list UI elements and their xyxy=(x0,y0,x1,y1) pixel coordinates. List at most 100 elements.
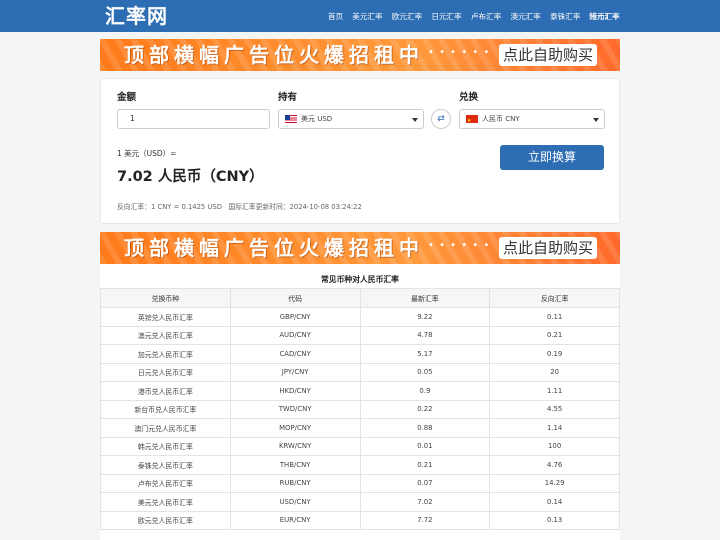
reverse-rate-cell: 4.76 xyxy=(489,455,620,475)
site-logo[interactable]: 汇率网 xyxy=(105,4,168,28)
table-row: 澳元兑人民币汇率 AUD/CNY 4.78 0.21 xyxy=(100,325,620,345)
pair-name-cell[interactable]: 美元兑人民币汇率 xyxy=(100,492,231,512)
code-cell: MOP/CNY xyxy=(229,418,361,438)
nav-aud[interactable]: 澳元汇率 xyxy=(511,11,541,22)
rate-cell: 9.22 xyxy=(359,307,491,327)
banner-buy-button[interactable]: 点此自助购买 xyxy=(499,44,597,66)
chevron-down-icon xyxy=(593,118,599,122)
rates-section: 常见币种对人民币汇率 兑换币种 代码 最新汇率 反向汇率 英镑兑人民币汇率 GBP… xyxy=(100,264,620,540)
table-row: 卢布兑人民币汇率 RUB/CNY 0.07 14.29 xyxy=(100,473,620,493)
code-cell: HKD/CNY xyxy=(229,381,361,401)
pair-name-cell[interactable]: 澳门元兑人民币汇率 xyxy=(100,418,231,438)
code-cell: GBP/CNY xyxy=(229,307,361,327)
reverse-rate-cell: 0.19 xyxy=(489,344,620,364)
rate-cell: 7.72 xyxy=(359,510,491,530)
code-cell: RUB/CNY xyxy=(229,473,361,493)
nav-jpy[interactable]: 日元汇率 xyxy=(431,11,461,22)
main-nav-end: 韩元汇率 xyxy=(589,0,619,32)
banner-text: 顶部横幅广告位火爆招租中 xyxy=(124,43,424,67)
pair-name-cell[interactable]: 欧元兑人民币汇率 xyxy=(100,510,231,530)
table-row: 美元兑人民币汇率 USD/CNY 7.02 0.14 xyxy=(100,492,620,512)
rate-cell: 0.05 xyxy=(359,362,491,382)
cn-flag-icon xyxy=(466,112,478,130)
site-header: 汇率网 首页 美元汇率 欧元汇率 日元汇率 卢布汇率 澳元汇率 泰铢汇率 港币汇… xyxy=(0,0,720,32)
swap-icon[interactable]: ⇄ xyxy=(431,109,451,129)
convert-button[interactable]: 立即换算 xyxy=(500,145,604,170)
code-cell: EUR/CNY xyxy=(229,510,361,530)
reverse-rate-cell: 100 xyxy=(489,436,620,456)
rate-cell: 0.01 xyxy=(359,436,491,456)
table-row: 韩元兑人民币汇率 KRW/CNY 0.01 100 xyxy=(100,436,620,456)
us-flag-icon xyxy=(285,115,297,123)
pair-name-cell[interactable]: 澳元兑人民币汇率 xyxy=(100,325,231,345)
banner-dots: • • • • • • xyxy=(428,47,491,58)
table-row: 澳门元兑人民币汇率 MOP/CNY 0.88 1.14 xyxy=(100,418,620,438)
amount-label: 金额 xyxy=(117,92,137,103)
rate-cell: 5.17 xyxy=(359,344,491,364)
table-row: 日元兑人民币汇率 JPY/CNY 0.05 20 xyxy=(100,362,620,382)
converter-card: 金额 1 持有 美元 USD ⇄ 兑换 人民币 CNY 1 美元（USD）= 7… xyxy=(100,78,620,224)
nav-thb[interactable]: 泰铢汇率 xyxy=(550,11,580,22)
table-row: 新台币兑人民币汇率 TWD/CNY 0.22 4.55 xyxy=(100,399,620,419)
update-time: 国际汇率更新时间：2024-10-08 03:24:22 xyxy=(228,203,362,211)
main-nav: 首页 美元汇率 欧元汇率 日元汇率 卢布汇率 澳元汇率 泰铢汇率 港币汇率 xyxy=(319,0,620,32)
code-cell: JPY/CNY xyxy=(229,362,361,382)
rate-cell: 0.22 xyxy=(359,399,491,419)
convert-label: 兑换 xyxy=(459,92,479,103)
nav-usd[interactable]: 美元汇率 xyxy=(352,11,382,22)
middle-ad-banner[interactable]: 顶部横幅广告位火爆招租中 • • • • • • 点此自助购买 xyxy=(100,232,620,264)
rate-cell: 0.9 xyxy=(359,381,491,401)
top-ad-banner[interactable]: 顶部横幅广告位火爆招租中 • • • • • • 点此自助购买 xyxy=(100,39,620,71)
rates-table: 兑换币种 代码 最新汇率 反向汇率 英镑兑人民币汇率 GBP/CNY 9.22 0.1… xyxy=(100,288,620,530)
rate-cell: 0.07 xyxy=(359,473,491,493)
hold-label: 持有 xyxy=(278,92,298,103)
result-base: 1 美元（USD）= xyxy=(117,149,177,158)
pair-name-cell[interactable]: 韩元兑人民币汇率 xyxy=(100,436,231,456)
target-currency-select[interactable]: 人民币 CNY xyxy=(459,109,605,130)
nav-eur[interactable]: 欧元汇率 xyxy=(392,11,422,22)
target-currency-value: 人民币 CNY xyxy=(482,115,520,123)
table-row: 港币兑人民币汇率 HKD/CNY 0.9 1.11 xyxy=(100,381,620,401)
banner-buy-button[interactable]: 点此自助购买 xyxy=(499,237,597,259)
result-value: 7.02 人民币（CNY） xyxy=(117,169,264,185)
reverse-rate-cell: 1.14 xyxy=(489,418,620,438)
reverse-rate: 反向汇率：1 CNY = 0.1425 USD xyxy=(117,203,222,211)
amount-input[interactable]: 1 xyxy=(117,109,270,129)
rates-table-title: 常见币种对人民币汇率 xyxy=(321,275,399,284)
reverse-rate-cell: 0.21 xyxy=(489,325,620,345)
table-row: 泰铢兑人民币汇率 THB/CNY 0.21 4.76 xyxy=(100,455,620,475)
nav-home[interactable]: 首页 xyxy=(328,11,343,22)
hold-currency-select[interactable]: 美元 USD xyxy=(278,109,424,129)
rate-cell: 0.88 xyxy=(359,418,491,438)
code-cell: THB/CNY xyxy=(229,455,361,475)
table-row: 欧元兑人民币汇率 EUR/CNY 7.72 0.13 xyxy=(100,510,620,530)
pair-name-cell[interactable]: 加元兑人民币汇率 xyxy=(100,344,231,364)
pair-name-cell[interactable]: 卢布兑人民币汇率 xyxy=(100,473,231,493)
code-cell: AUD/CNY xyxy=(229,325,361,345)
banner-text: 顶部横幅广告位火爆招租中 xyxy=(124,236,424,260)
rate-cell: 7.02 xyxy=(359,492,491,512)
code-cell: CAD/CNY xyxy=(229,344,361,364)
table-row: 英镑兑人民币汇率 GBP/CNY 9.22 0.11 xyxy=(100,307,620,327)
column-header: 代码 xyxy=(229,288,361,308)
rates-table-body: 英镑兑人民币汇率 GBP/CNY 9.22 0.11 澳元兑人民币汇率 AUD/CNY 4.… xyxy=(100,307,620,530)
table-header-row: 兑换币种 代码 最新汇率 反向汇率 xyxy=(100,288,620,308)
reverse-rate-cell: 4.55 xyxy=(489,399,620,419)
reverse-rate-cell: 0.13 xyxy=(489,510,620,530)
column-header: 反向汇率 xyxy=(489,288,620,308)
rate-cell: 0.21 xyxy=(359,455,491,475)
nav-rub[interactable]: 卢布汇率 xyxy=(471,11,501,22)
code-cell: TWD/CNY xyxy=(229,399,361,419)
chevron-down-icon xyxy=(412,118,418,122)
pair-name-cell[interactable]: 泰铢兑人民币汇率 xyxy=(100,455,231,475)
reverse-rate-cell: 20 xyxy=(489,362,620,382)
pair-name-cell[interactable]: 港币兑人民币汇率 xyxy=(100,381,231,401)
rate-cell: 4.78 xyxy=(359,325,491,345)
rate-info: 反向汇率：1 CNY = 0.1425 USD 国际汇率更新时间：2024-10… xyxy=(117,201,362,211)
code-cell: USD/CNY xyxy=(229,492,361,512)
pair-name-cell[interactable]: 日元兑人民币汇率 xyxy=(100,362,231,382)
reverse-rate-cell: 14.29 xyxy=(489,473,620,493)
nav-krw[interactable]: 韩元汇率 xyxy=(589,11,619,22)
pair-name-cell[interactable]: 新台币兑人民币汇率 xyxy=(100,399,231,419)
pair-name-cell[interactable]: 英镑兑人民币汇率 xyxy=(100,307,231,327)
